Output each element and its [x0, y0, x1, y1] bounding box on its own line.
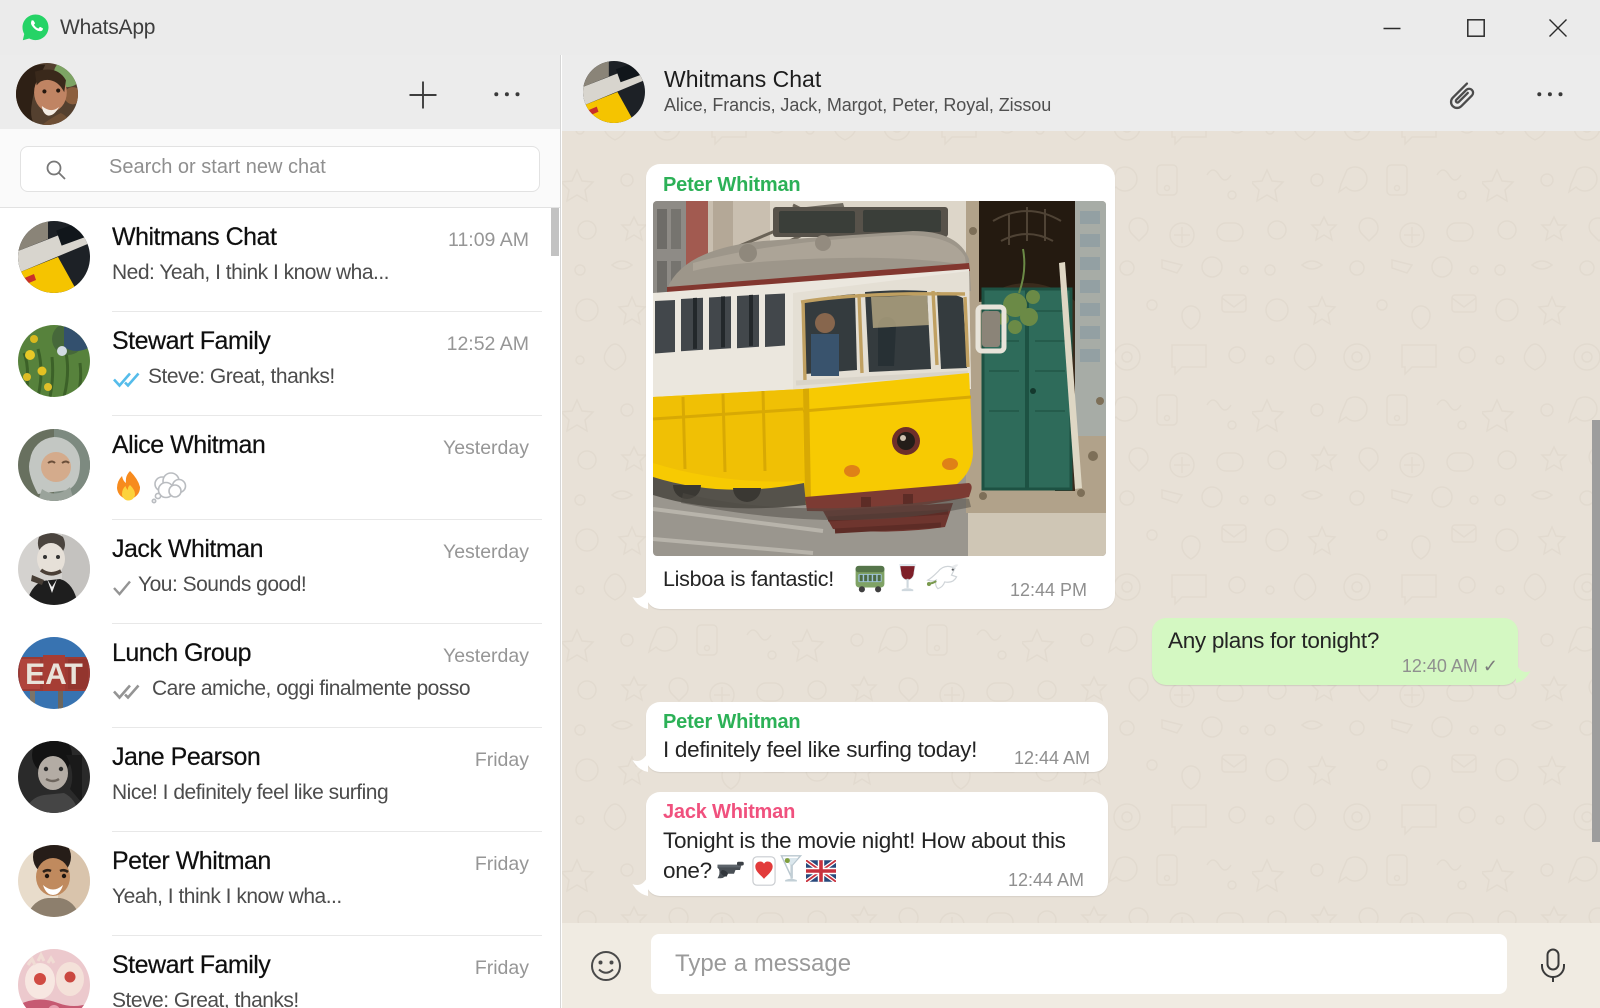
svg-text:EAT: EAT — [25, 658, 83, 691]
